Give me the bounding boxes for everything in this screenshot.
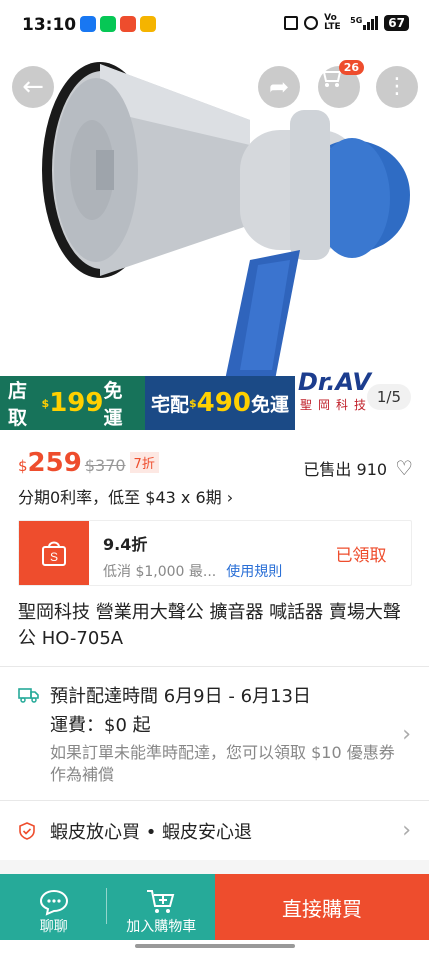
divider bbox=[0, 800, 429, 801]
sold-info: 已售出 910 ♡ bbox=[303, 456, 413, 480]
current-price: 259 bbox=[27, 448, 82, 478]
store-currency: $ bbox=[41, 396, 50, 410]
status-indicators: Vo LTE 5G 67 bbox=[284, 14, 409, 32]
home-delivery-amount: 490 bbox=[196, 388, 251, 418]
store-pickup-free: 免運 bbox=[103, 380, 123, 429]
brand-subtitle: 聖岡科技 bbox=[300, 398, 373, 412]
secondary-actions: 聊聊 加入購物車 bbox=[0, 874, 215, 940]
section-separator bbox=[0, 860, 429, 874]
svg-text:S: S bbox=[50, 550, 58, 564]
home-delivery-promo: 宅配 $490 免運 bbox=[145, 376, 295, 430]
brand-logo: Dr.AV bbox=[298, 368, 371, 396]
shipping-fee: 運費：$0 起 bbox=[50, 715, 151, 736]
share-button[interactable]: ➦ bbox=[258, 66, 300, 108]
voucher-condition: 低消 $1,000 最... bbox=[103, 564, 217, 580]
original-price: $370 bbox=[84, 456, 126, 475]
voucher-details: 9.4折 低消 $1,000 最... 使用規則 bbox=[89, 521, 311, 585]
signal-icon: 5G bbox=[350, 16, 379, 30]
chat-label: 聊聊 bbox=[39, 919, 68, 935]
home-currency: $ bbox=[189, 396, 197, 410]
store-pickup-label: 店取 bbox=[8, 380, 28, 429]
voucher-rules-link[interactable]: 使用規則 bbox=[226, 564, 282, 580]
signal-label: 5G bbox=[350, 16, 363, 25]
delivery-estimate: 預計配達時間 6月9日 - 6月13日 bbox=[50, 686, 311, 707]
facebook-icon bbox=[80, 16, 96, 32]
status-time: 13:10 bbox=[22, 15, 77, 35]
more-vertical-icon: ⋮ bbox=[386, 74, 408, 99]
line-icon bbox=[100, 16, 116, 32]
status-bar: 13:10 Vo LTE 5G 67 bbox=[0, 0, 429, 50]
chat-icon bbox=[39, 889, 68, 916]
installment-link[interactable]: 分期0利率，低至 $43 x 6期 › bbox=[18, 484, 233, 508]
delivery-guarantee-note: 如果訂單未能準時配達，您可以領取 $10 優惠券作為補償 bbox=[50, 743, 395, 784]
nfc-icon bbox=[284, 16, 299, 30]
voucher-claimed-status: 已領取 bbox=[335, 545, 387, 566]
voucher-title: 9.4折 bbox=[103, 535, 148, 554]
share-icon: ➦ bbox=[268, 73, 290, 101]
arrow-left-icon: ← bbox=[22, 72, 44, 102]
chat-button[interactable]: 聊聊 bbox=[0, 874, 108, 940]
product-image-gallery[interactable]: ← ➦ 26 ⋮ 店取 $199 免運 宅配 $490 免運 Dr.AV 聖岡科技 1/… bbox=[0, 50, 429, 430]
back-button[interactable]: ← bbox=[12, 66, 54, 108]
shopee-icon bbox=[120, 16, 136, 32]
volte-label: Vo LTE bbox=[324, 13, 341, 32]
discount-badge: 7折 bbox=[129, 452, 159, 473]
shield-check-icon bbox=[19, 822, 35, 840]
price-row: $259 $370 7折 已售出 910 ♡ bbox=[18, 448, 413, 480]
divider bbox=[0, 666, 429, 667]
home-delivery-label: 宅配 bbox=[151, 393, 190, 416]
store-pickup-amount: 199 bbox=[49, 388, 104, 418]
alarm-icon bbox=[304, 16, 319, 30]
product-title: 聖岡科技 營業用大聲公 擴音器 喊話器 賣場大聲公 HO-705A bbox=[18, 602, 401, 649]
guarantee-chevron-right-icon[interactable]: › bbox=[402, 818, 411, 843]
buy-now-button[interactable]: 直接購買 bbox=[215, 874, 429, 940]
bottom-divider bbox=[106, 888, 107, 924]
shipping-promo-banner: 店取 $199 免運 宅配 $490 免運 bbox=[0, 376, 295, 430]
add-to-cart-button[interactable]: 加入購物車 bbox=[108, 874, 216, 940]
voucher-logo: S bbox=[14, 521, 89, 585]
heart-icon[interactable]: ♡ bbox=[395, 456, 413, 480]
add-to-cart-label: 加入購物車 bbox=[126, 919, 197, 935]
notification-icons bbox=[80, 16, 156, 32]
shopping-bag-icon: S bbox=[42, 541, 66, 566]
currency-symbol: $ bbox=[18, 457, 28, 475]
add-cart-icon bbox=[147, 890, 175, 913]
app-icon bbox=[140, 16, 156, 32]
home-indicator[interactable] bbox=[135, 944, 295, 948]
cart-button[interactable]: 26 bbox=[318, 60, 364, 108]
more-options-button[interactable]: ⋮ bbox=[376, 66, 418, 108]
cart-count-badge: 26 bbox=[338, 60, 364, 75]
shopee-guarantee[interactable]: 蝦皮放心買 • 蝦皮安心退 bbox=[50, 818, 252, 844]
sold-count: 已售出 910 bbox=[303, 460, 388, 479]
voucher-card[interactable]: S 9.4折 低消 $1,000 最... 使用規則 已領取 bbox=[14, 520, 412, 586]
home-delivery-free: 免運 bbox=[250, 393, 289, 416]
bottom-action-bar: 聊聊 加入購物車 直接購買 bbox=[0, 874, 429, 940]
voucher-condition-row: 低消 $1,000 最... 使用規則 bbox=[103, 561, 297, 581]
image-page-indicator: 1/5 bbox=[366, 384, 411, 410]
battery-icon: 67 bbox=[384, 15, 409, 31]
truck-icon bbox=[18, 688, 39, 703]
shipping-chevron-right-icon[interactable]: › bbox=[402, 722, 411, 747]
store-pickup-promo: 店取 $199 免運 bbox=[0, 376, 145, 430]
